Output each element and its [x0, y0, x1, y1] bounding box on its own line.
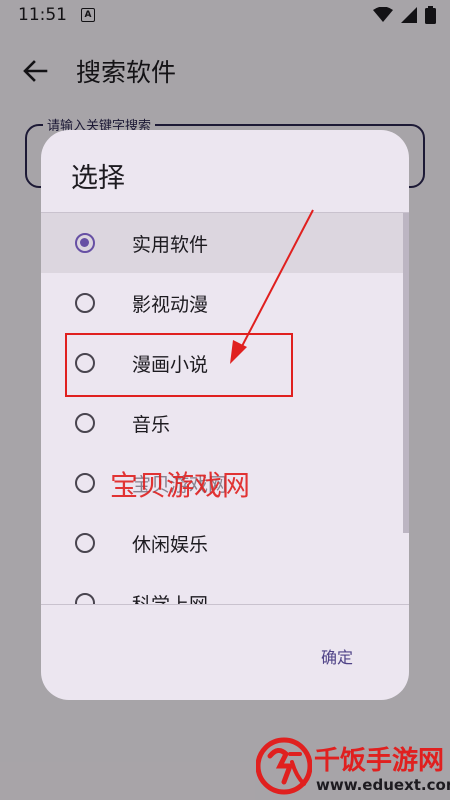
option-label: 实用软件	[132, 233, 209, 256]
radio-unchecked-icon[interactable]	[75, 293, 95, 313]
option-label: 科学上网	[132, 590, 208, 605]
option-item-video[interactable]: 影视动漫	[41, 273, 403, 333]
option-item-leisure[interactable]: 休闲娱乐	[41, 513, 403, 573]
confirm-button[interactable]: 确定	[313, 640, 361, 672]
radio-unchecked-icon[interactable]	[75, 413, 95, 433]
logo-title: 千饭手游网	[314, 746, 445, 776]
option-label: 影视动漫	[132, 293, 209, 316]
annotation-highlight-box	[65, 333, 293, 397]
scrollbar[interactable]	[403, 213, 409, 533]
site-logo: 千饭手游网 www.eduext.com	[256, 736, 450, 798]
option-item-vpn[interactable]: 科学上网	[41, 573, 403, 604]
watermark-text: 宝贝游戏网	[110, 469, 251, 502]
choice-dialog: 选择 实用软件 影视动漫 漫画小说 音乐 宝贝游戏网 休闲娱乐 科学上网	[41, 130, 409, 700]
dialog-title: 选择	[71, 163, 125, 194]
option-label: 休闲娱乐	[132, 533, 209, 556]
divider	[41, 604, 409, 605]
option-list[interactable]: 实用软件 影视动漫 漫画小说 音乐 宝贝游戏网 休闲娱乐 科学上网	[41, 213, 409, 604]
radio-checked-icon[interactable]	[75, 233, 95, 253]
option-item-utility[interactable]: 实用软件	[41, 213, 403, 273]
radio-unchecked-icon[interactable]	[75, 473, 95, 493]
radio-unchecked-icon[interactable]	[75, 533, 95, 553]
logo-mark-icon	[256, 737, 312, 795]
option-item-music[interactable]: 音乐	[41, 393, 403, 453]
option-label: 音乐	[132, 413, 171, 436]
radio-unchecked-icon[interactable]	[75, 593, 95, 604]
logo-url: www.eduext.com	[316, 776, 450, 794]
